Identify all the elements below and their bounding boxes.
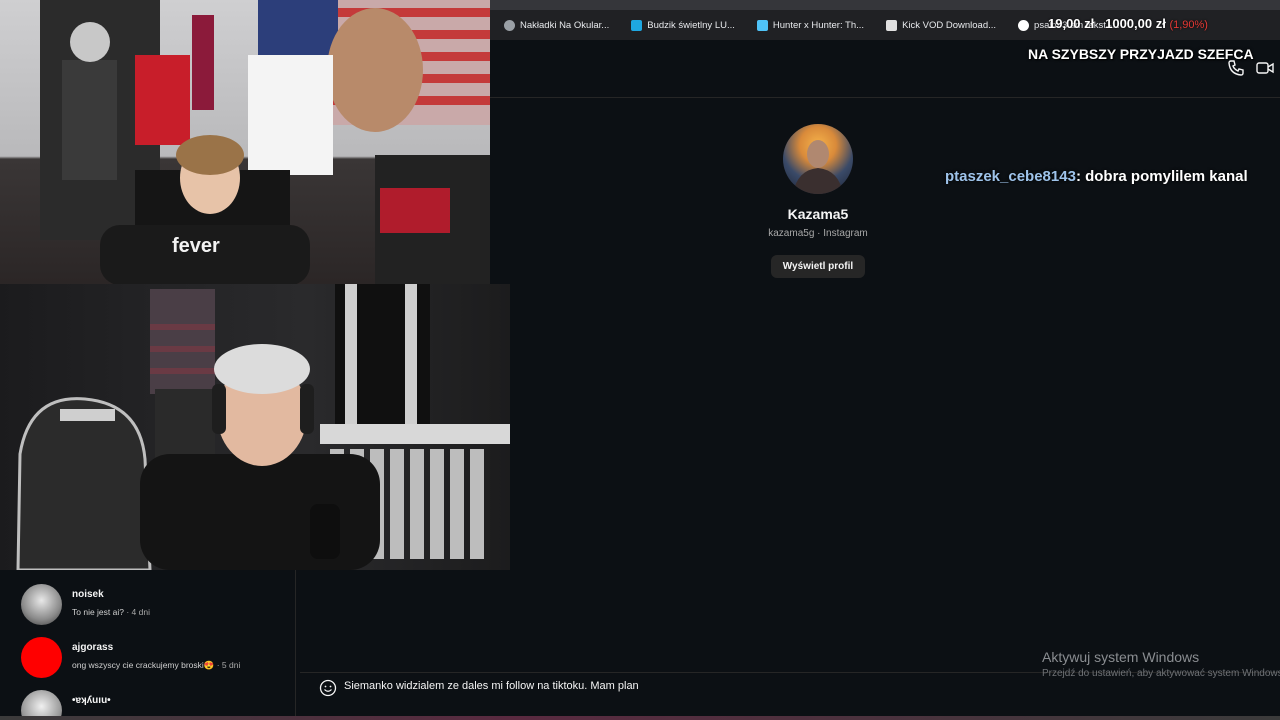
webcam-scene-bottom xyxy=(16,284,510,570)
comment-item[interactable]: ajgorass ong wszyscy cie crackujemy bros… xyxy=(21,637,240,678)
svg-text:fever: fever xyxy=(172,235,220,257)
chat-message-overlay: ptaszek_cebe8143: dobra pomylilem kanal xyxy=(945,168,1248,185)
bookmark-item[interactable]: Hunter x Hunter: Th... xyxy=(749,19,872,31)
view-profile-button[interactable]: Wyświetl profil xyxy=(771,255,865,278)
call-actions xyxy=(1228,60,1274,81)
conversation-header-divider xyxy=(490,97,1280,98)
bookmark-label: Nakładki Na Okular... xyxy=(520,19,610,31)
anime-icon xyxy=(756,19,768,31)
comment-time: · 5 dni xyxy=(214,660,241,670)
comments-panel: noisek To nie jest ai? · 4 dni ajgorass … xyxy=(0,570,296,720)
globe-icon xyxy=(504,19,515,31)
bookmark-label: Hunter x Hunter: Th... xyxy=(772,19,865,31)
chat-username: ptaszek_cebe8143 xyxy=(945,168,1076,185)
bookmark-label: Budzik świetlny LU... xyxy=(647,19,735,31)
donation-goal-overlay: 19,00 zł 1000,00 zł (1,90%) xyxy=(1048,16,1208,31)
comment-username: noisek xyxy=(72,589,104,600)
video-call-icon[interactable] xyxy=(1256,60,1274,81)
windows-activation-subtitle: Przejdź do ustawień, aby aktywować syste… xyxy=(1042,668,1280,679)
goal-target: 1000,00 zł xyxy=(1105,16,1166,31)
bookmark-label: Kick VOD Download... xyxy=(902,19,997,31)
profile-subtitle: kazama5g · Instagram xyxy=(768,228,868,239)
comment-username: ajgorass xyxy=(72,642,114,653)
bookmark-item[interactable]: Nakładki Na Okular... xyxy=(496,19,617,31)
avatar[interactable] xyxy=(21,637,62,678)
bookmark-item[interactable]: Kick VOD Download... xyxy=(878,19,1004,31)
chat-text: : dobra pomylilem kanal xyxy=(1075,168,1248,185)
store-icon xyxy=(631,19,643,31)
comment-body: To nie jest ai? · 4 dni xyxy=(72,607,150,617)
bottom-edge-bar xyxy=(0,716,1280,720)
avatar[interactable] xyxy=(21,584,62,625)
google-icon xyxy=(1018,19,1030,31)
bookmark-item[interactable]: Budzik świetlny LU... xyxy=(623,19,743,31)
emoji-icon[interactable] xyxy=(319,679,337,702)
browser-top-strip xyxy=(490,0,1280,10)
comment-body: ong wszyscy cie crackujemy broski😍 · 5 d… xyxy=(72,660,240,671)
profile-avatar-image xyxy=(793,140,843,194)
stream-alert-text: NA SZYBSZY PRZYJAZD SZEFCA xyxy=(1028,46,1254,62)
comment-text: To nie jest ai? xyxy=(72,607,124,617)
comment-text: ong wszyscy cie crackujemy broski😍 xyxy=(72,660,215,670)
webcam-feed-top: fever xyxy=(0,0,490,284)
message-input[interactable] xyxy=(344,680,944,692)
webcam-scene-top: fever xyxy=(40,0,490,284)
comment-username: •ɐʞʎuıu• xyxy=(72,695,111,706)
profile-name: Kazama5 xyxy=(787,206,849,222)
webcam-feed-bottom xyxy=(0,284,510,570)
download-icon xyxy=(886,19,898,31)
phone-icon[interactable] xyxy=(1228,60,1244,81)
profile-avatar[interactable] xyxy=(783,124,853,194)
comment-time: · 4 dni xyxy=(123,607,150,617)
goal-current: 19,00 zł xyxy=(1048,16,1095,31)
goal-percent: (1,90%) xyxy=(1169,19,1208,31)
comment-item[interactable]: noisek To nie jest ai? · 4 dni xyxy=(21,584,150,625)
windows-activation-title: Aktywuj system Windows xyxy=(1042,649,1200,665)
